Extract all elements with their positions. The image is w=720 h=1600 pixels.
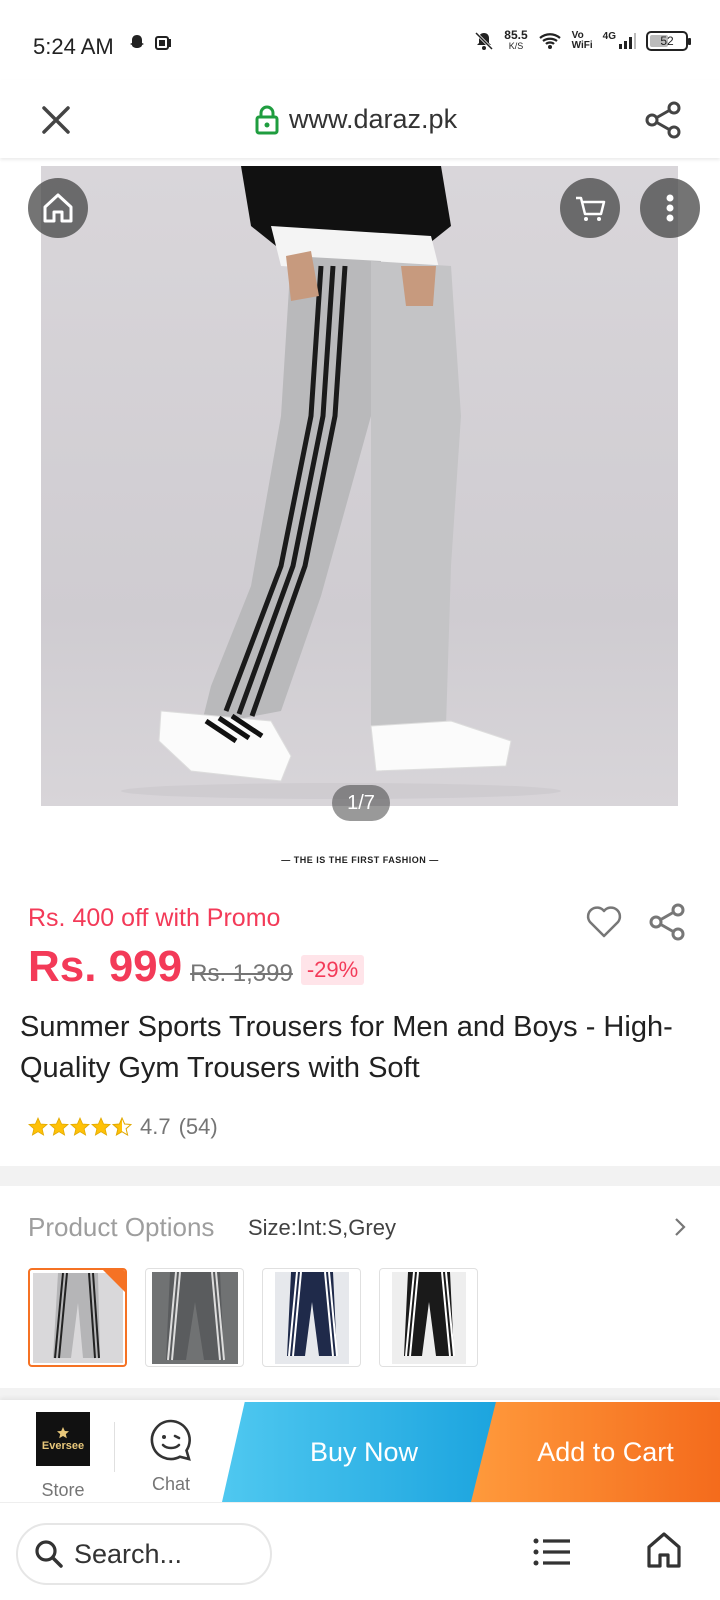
current-price: Rs. 999 bbox=[28, 942, 183, 991]
rating-value: 4.7 bbox=[140, 1114, 171, 1139]
cart-button[interactable] bbox=[560, 178, 620, 238]
star-icon bbox=[70, 1117, 90, 1136]
variant-thumb-black[interactable] bbox=[379, 1268, 478, 1367]
lock-icon bbox=[255, 105, 279, 134]
list-menu-icon[interactable] bbox=[533, 1537, 571, 1567]
snapchat-icon bbox=[130, 35, 144, 48]
bottom-action-bar: Eversee Store Chat Buy Now Add to Cart bbox=[0, 1400, 720, 1502]
variant-thumbnails bbox=[28, 1268, 478, 1367]
chat-label: Chat bbox=[151, 1474, 191, 1494]
original-price: Rs. 1,399 bbox=[190, 960, 293, 987]
action-separator bbox=[114, 1422, 115, 1472]
buy-now-button[interactable]: Buy Now bbox=[222, 1402, 506, 1502]
status-right-icons: 85.5 K/S Vo WiFi 4G 52 bbox=[474, 28, 691, 52]
navy-trousers-thumb bbox=[274, 1271, 349, 1364]
search-input[interactable]: Search... bbox=[16, 1523, 272, 1585]
black-trousers-thumb bbox=[391, 1271, 466, 1364]
add-to-cart-button[interactable]: Add to Cart bbox=[471, 1402, 720, 1502]
close-icon[interactable] bbox=[38, 102, 74, 138]
speed-unit: K/S bbox=[508, 41, 524, 51]
vowifi-indicator: Vo WiFi bbox=[572, 31, 593, 51]
network-type: 4G bbox=[602, 31, 616, 42]
half-star-icon bbox=[112, 1117, 132, 1137]
store-name: Eversee bbox=[41, 1440, 85, 1452]
chevron-right-icon[interactable] bbox=[670, 1215, 690, 1239]
wishlist-heart-icon[interactable] bbox=[584, 904, 624, 940]
trousers-illustration bbox=[121, 166, 561, 799]
browser-url-bar: www.daraz.pk bbox=[0, 80, 720, 158]
discount-badge: -29% bbox=[300, 955, 365, 985]
wifi-icon bbox=[538, 33, 561, 49]
product-image[interactable] bbox=[41, 166, 678, 806]
image-counter: 1/7 bbox=[332, 785, 390, 821]
url-text: www.daraz.pk bbox=[289, 104, 458, 134]
variant-thumb-dark-grey[interactable] bbox=[145, 1268, 244, 1367]
section-divider bbox=[0, 1388, 720, 1400]
search-icon bbox=[35, 1540, 63, 1568]
promo-text[interactable]: Rs. 400 off with Promo bbox=[28, 904, 280, 933]
product-rating[interactable]: 4.7 (54) bbox=[28, 1114, 218, 1140]
battery-level: 52 bbox=[660, 34, 674, 48]
url-display[interactable]: www.daraz.pk bbox=[255, 104, 457, 135]
battery-icon: 52 bbox=[646, 31, 691, 51]
section-divider bbox=[0, 1166, 720, 1186]
mute-bell-icon bbox=[475, 31, 494, 51]
star-icon bbox=[91, 1117, 111, 1136]
home-nav-icon[interactable] bbox=[646, 1531, 682, 1569]
store-button[interactable]: Eversee Store bbox=[30, 1412, 96, 1501]
variant-thumb-grey[interactable] bbox=[28, 1268, 127, 1367]
search-placeholder: Search... bbox=[74, 1538, 183, 1569]
product-title: Summer Sports Trousers for Men and Boys … bbox=[20, 1011, 673, 1084]
more-options-button[interactable] bbox=[640, 178, 700, 238]
browser-bottom-nav: Search... bbox=[0, 1502, 720, 1600]
dark-grey-trousers-thumb bbox=[151, 1271, 238, 1364]
store-emblem-icon bbox=[57, 1427, 69, 1439]
store-label: Store bbox=[41, 1480, 85, 1500]
network-speed: 85.5 K/S bbox=[504, 28, 528, 52]
variant-thumb-navy[interactable] bbox=[262, 1268, 361, 1367]
store-logo: Eversee bbox=[36, 1412, 90, 1466]
product-options-label: Product Options bbox=[28, 1212, 215, 1242]
home-button[interactable] bbox=[28, 178, 88, 238]
cart-icon bbox=[576, 196, 606, 221]
status-bar: 5:24 AM 85.5 K/S Vo WiFi 4G 52 bbox=[0, 0, 720, 80]
brand-tagline: — THE IS THE FIRST FASHION — bbox=[281, 855, 439, 865]
app-notification-icon bbox=[155, 36, 171, 50]
status-time: 5:24 AM bbox=[33, 34, 114, 59]
price-row: Rs. 999 Rs. 1,399 -29% bbox=[28, 942, 365, 992]
speed-value: 85.5 bbox=[504, 28, 528, 42]
share-icon[interactable] bbox=[644, 100, 684, 140]
star-icon bbox=[49, 1117, 69, 1136]
home-icon bbox=[43, 193, 73, 223]
product-share-icon[interactable] bbox=[648, 902, 688, 942]
product-options-value[interactable]: Size:Int:S,Grey bbox=[248, 1215, 396, 1241]
wifi-label: WiFi bbox=[571, 40, 593, 51]
rating-stars bbox=[28, 1117, 132, 1137]
more-vertical-icon bbox=[666, 194, 674, 222]
status-notification-icons bbox=[128, 34, 172, 52]
signal-bars-icon bbox=[619, 33, 636, 49]
rating-count: (54) bbox=[178, 1114, 218, 1139]
chat-button[interactable]: Chat bbox=[138, 1418, 204, 1495]
star-icon bbox=[28, 1117, 48, 1136]
chat-icon bbox=[150, 1419, 191, 1461]
cell-signal: 4G bbox=[603, 32, 636, 50]
